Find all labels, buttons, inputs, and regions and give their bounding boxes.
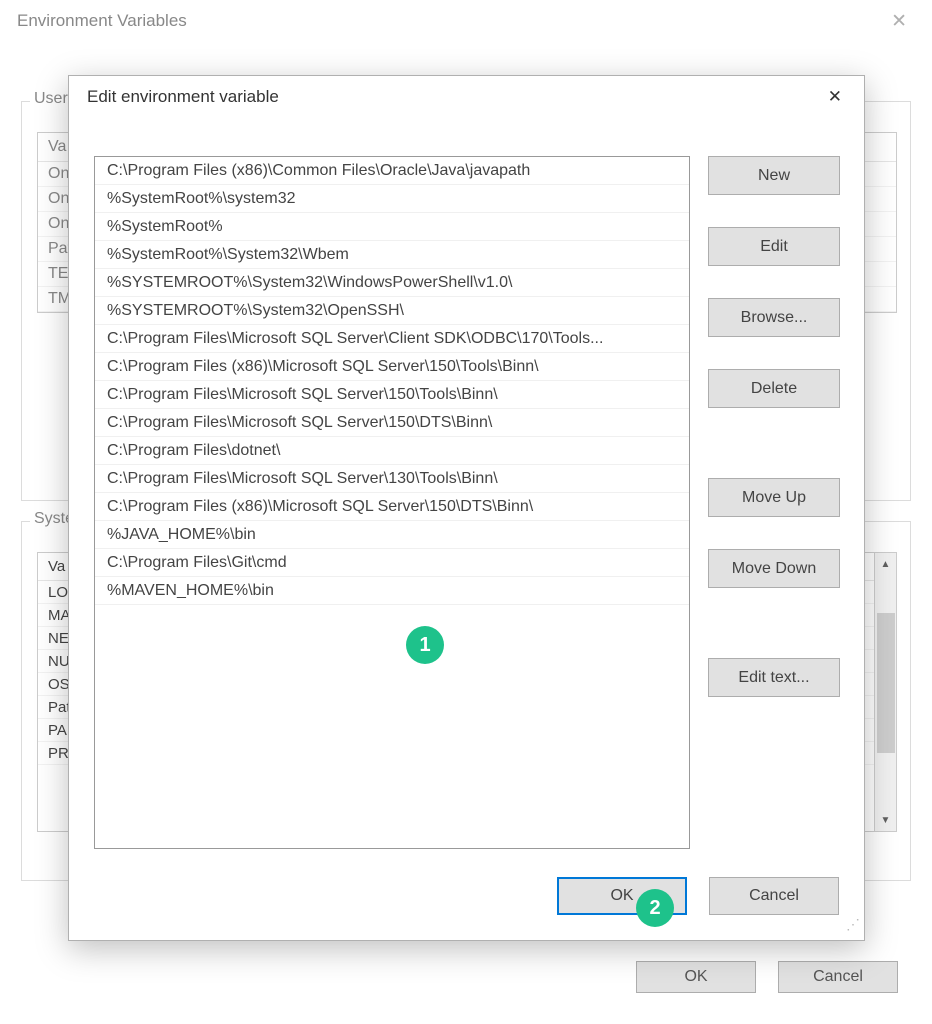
list-item[interactable]: C:\Program Files (x86)\Common Files\Orac… — [95, 157, 689, 185]
modal-body: C:\Program Files (x86)\Common Files\Orac… — [94, 156, 839, 915]
list-item[interactable]: %SystemRoot%\System32\Wbem — [95, 241, 689, 269]
list-item[interactable]: C:\Program Files\dotnet\ — [95, 437, 689, 465]
annotation-badge-2: 2 — [636, 889, 674, 927]
list-item[interactable]: %SystemRoot%\system32 — [95, 185, 689, 213]
edit-text-button[interactable]: Edit text... — [708, 658, 840, 697]
parent-title: Environment Variables — [17, 11, 187, 31]
close-icon[interactable]: ✕ — [814, 81, 856, 113]
parent-titlebar: Environment Variables ✕ — [1, 1, 931, 41]
list-item[interactable]: C:\Program Files\Microsoft SQL Server\13… — [95, 465, 689, 493]
parent-button-row: OK Cancel — [1, 961, 932, 993]
list-item[interactable]: %SYSTEMROOT%\System32\WindowsPowerShell\… — [95, 269, 689, 297]
move-up-button[interactable]: Move Up — [708, 478, 840, 517]
scroll-down-icon[interactable]: ▼ — [875, 809, 896, 831]
list-item[interactable]: %SystemRoot% — [95, 213, 689, 241]
list-item[interactable]: C:\Program Files\Git\cmd — [95, 549, 689, 577]
list-item[interactable]: C:\Program Files\Microsoft SQL Server\Cl… — [95, 325, 689, 353]
modal-bottom-buttons: OK Cancel — [557, 877, 839, 915]
scroll-up-icon[interactable]: ▲ — [875, 553, 896, 575]
browse-button[interactable]: Browse... — [708, 298, 840, 337]
list-item[interactable]: C:\Program Files (x86)\Microsoft SQL Ser… — [95, 353, 689, 381]
scroll-thumb[interactable] — [877, 613, 895, 753]
parent-ok-button[interactable]: OK — [636, 961, 756, 993]
list-item[interactable]: %SYSTEMROOT%\System32\OpenSSH\ — [95, 297, 689, 325]
delete-button[interactable]: Delete — [708, 369, 840, 408]
list-item[interactable]: C:\Program Files\Microsoft SQL Server\15… — [95, 409, 689, 437]
parent-cancel-button[interactable]: Cancel — [778, 961, 898, 993]
path-list[interactable]: C:\Program Files (x86)\Common Files\Orac… — [94, 156, 690, 849]
scrollbar[interactable]: ▲ ▼ — [875, 552, 897, 832]
resize-grip-icon[interactable]: ⋰ — [846, 922, 860, 936]
close-icon[interactable]: ✕ — [879, 6, 919, 37]
list-item[interactable]: C:\Program Files\Microsoft SQL Server\15… — [95, 381, 689, 409]
modal-title: Edit environment variable — [87, 87, 279, 107]
list-item[interactable]: %JAVA_HOME%\bin — [95, 521, 689, 549]
annotation-badge-1: 1 — [406, 626, 444, 664]
edit-button[interactable]: Edit — [708, 227, 840, 266]
cancel-button[interactable]: Cancel — [709, 877, 839, 915]
edit-env-var-dialog: Edit environment variable ✕ C:\Program F… — [68, 75, 865, 941]
move-down-button[interactable]: Move Down — [708, 549, 840, 588]
list-item[interactable]: %MAVEN_HOME%\bin — [95, 577, 689, 605]
new-button[interactable]: New — [708, 156, 840, 195]
user-group-label: User — [30, 90, 72, 108]
side-button-column: New Edit Browse... Delete Move Up Move D… — [708, 156, 840, 697]
modal-titlebar: Edit environment variable ✕ — [69, 76, 864, 118]
list-item[interactable]: C:\Program Files (x86)\Microsoft SQL Ser… — [95, 493, 689, 521]
